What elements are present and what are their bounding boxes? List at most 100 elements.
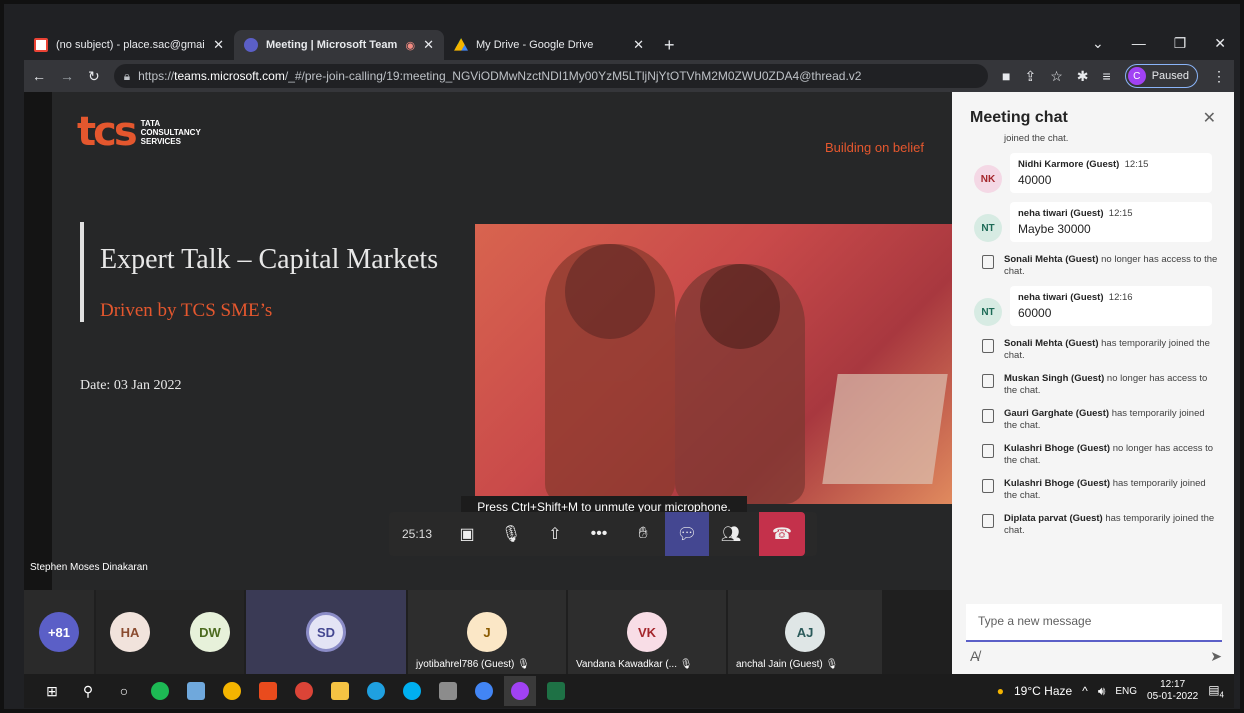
gmail-icon: [34, 38, 48, 52]
address-bar[interactable]: 🔒︎ https://teams.microsoft.com/_#/pre-jo…: [113, 64, 989, 88]
cortana-icon[interactable]: ○: [108, 676, 140, 706]
system-text: Sonali Mehta (Guest) no longer has acces…: [1004, 254, 1218, 278]
skype-icon[interactable]: [396, 676, 428, 706]
participant-tile[interactable]: AJ anchal Jain (Guest) 🎙︎: [728, 590, 882, 674]
chevron-up-icon[interactable]: ^: [1082, 684, 1088, 698]
close-icon[interactable]: ✕: [1203, 108, 1216, 128]
tab-teams[interactable]: Meeting | Microsoft Teams ◉ ✕: [234, 30, 444, 60]
chat-system-message: Kulashri Bhoge (Guest) no longer has acc…: [952, 440, 1234, 470]
participant-name-text: Vandana Kawadkar (...: [576, 659, 677, 670]
chat-message[interactable]: NK Nidhi Karmore (Guest) 12:15 40000: [952, 153, 1234, 193]
format-icon[interactable]: A̸: [970, 648, 979, 665]
tab-google-drive[interactable]: My Drive - Google Drive ✕: [444, 30, 654, 60]
tab-title: My Drive - Google Drive: [476, 39, 594, 51]
slide-date: Date: 03 Jan 2022: [80, 378, 182, 393]
chrome-profile-icon[interactable]: [288, 676, 320, 706]
profile-button[interactable]: C Paused: [1124, 64, 1198, 88]
menu-icon[interactable]: ⋮: [1212, 68, 1226, 85]
access-icon: [982, 255, 994, 269]
screen: (no subject) - place.sac@gmail.co ✕ Meet…: [0, 0, 1244, 713]
calculator-icon[interactable]: [432, 676, 464, 706]
chat-system-message: Sonali Mehta (Guest) has temporarily joi…: [952, 335, 1234, 365]
participant-tile[interactable]: J jyotibahrel786 (Guest) 🎙︎: [408, 590, 566, 674]
meeting-chat-panel: Meeting chat ✕ joined the chat. NK Nidhi …: [952, 92, 1234, 674]
share-icon[interactable]: ⇪: [1024, 68, 1036, 85]
clock[interactable]: 12:17 05-01-2022: [1147, 679, 1198, 703]
more-actions-button[interactable]: •••: [577, 512, 621, 556]
logo-word: SERVICES: [140, 136, 181, 146]
forward-icon[interactable]: →: [60, 68, 74, 84]
back-icon[interactable]: ←: [32, 68, 46, 84]
clock-date: 05-01-2022: [1147, 691, 1199, 702]
compose-box[interactable]: Type a new message: [966, 604, 1222, 642]
file-explorer-icon[interactable]: [324, 676, 356, 706]
slide-title: Expert Talk – Capital Markets: [100, 244, 439, 275]
message-text: 40000: [1018, 173, 1052, 187]
chat-message[interactable]: NT neha tiwari (Guest) 12:16 60000: [952, 286, 1234, 326]
chat-system-message: Sonali Mehta (Guest) no longer has acces…: [952, 251, 1234, 281]
chrome-profile-icon[interactable]: [468, 676, 500, 706]
windows-start-icon[interactable]: ⊞: [36, 676, 68, 706]
notifications-icon[interactable]: ▤4: [1208, 683, 1224, 699]
restore-icon[interactable]: ❐: [1174, 35, 1187, 52]
participants-button[interactable]: 👥︎: [709, 512, 753, 556]
weather-text[interactable]: 19°C Haze: [1014, 684, 1072, 698]
chat-icon: 💬︎: [676, 526, 698, 543]
share-button[interactable]: ⇧: [533, 512, 577, 556]
member-name: Kulashri Bhoge (Guest): [1004, 443, 1111, 454]
star-icon[interactable]: ☆: [1050, 68, 1063, 85]
chrome-profile-icon[interactable]: [504, 676, 536, 706]
sender-name: Nidhi Karmore (Guest): [1018, 159, 1120, 170]
window-controls: ⌄ — ❐ ✕: [1092, 26, 1234, 60]
participant-tile[interactable]: HA DW: [96, 590, 244, 674]
notes-icon[interactable]: [180, 676, 212, 706]
volume-icon[interactable]: 🔊︎: [1098, 684, 1106, 699]
access-icon: [982, 444, 994, 458]
recording-icon: ◉: [405, 39, 416, 52]
send-icon[interactable]: ➤: [1210, 648, 1222, 665]
tab-gmail[interactable]: (no subject) - place.sac@gmail.co ✕: [24, 30, 234, 60]
camera-off-button[interactable]: ▣: [445, 512, 489, 556]
more-participants-tile[interactable]: +81: [24, 590, 94, 674]
edge-icon[interactable]: [360, 676, 392, 706]
person-figure: [675, 264, 805, 504]
tab-title: (no subject) - place.sac@gmail.co: [56, 39, 205, 51]
chat-button[interactable]: 💬︎: [665, 512, 709, 556]
tagline: Building on belief: [824, 140, 924, 155]
tab-search-icon[interactable]: ⌄: [1092, 35, 1104, 52]
url-host: teams.microsoft.com: [174, 69, 285, 83]
close-icon[interactable]: ✕: [423, 37, 434, 53]
avatar: NK: [974, 165, 1002, 193]
participant-tile[interactable]: VK Vandana Kawadkar (... 🎙︎: [568, 590, 726, 674]
notification-count: 4: [1219, 690, 1224, 700]
leave-button[interactable]: ☎: [759, 512, 805, 556]
spotify-icon[interactable]: [144, 676, 176, 706]
extensions-icon[interactable]: ✱: [1077, 68, 1089, 85]
system-text: Muskan Singh (Guest) no longer has acces…: [1004, 373, 1218, 397]
browser-toolbar: ← → ↻ 🔒︎ https://teams.microsoft.com/_#/…: [24, 60, 1234, 92]
member-name: Sonali Mehta (Guest): [1004, 254, 1099, 265]
new-tab-button[interactable]: +: [654, 30, 685, 60]
mic-off-icon: 🎙︎: [500, 526, 522, 543]
close-icon[interactable]: ✕: [213, 37, 224, 53]
minimize-icon[interactable]: —: [1132, 35, 1146, 51]
message-text: Maybe 30000: [1018, 222, 1091, 236]
browser-tab-bar: (no subject) - place.sac@gmail.co ✕ Meet…: [24, 26, 1234, 60]
mic-off-icon: 🎙︎: [679, 659, 693, 670]
chat-message[interactable]: NT neha tiwari (Guest) 12:15 Maybe 30000: [952, 202, 1234, 242]
chrome-icon[interactable]: [216, 676, 248, 706]
reading-list-icon[interactable]: ≡: [1103, 68, 1111, 84]
camera-icon[interactable]: ■: [1002, 68, 1010, 84]
excel-icon[interactable]: [540, 676, 572, 706]
language-indicator[interactable]: ENG: [1115, 686, 1137, 697]
reload-icon[interactable]: ↻: [88, 68, 100, 85]
close-window-icon[interactable]: ✕: [1214, 35, 1226, 52]
office-icon[interactable]: [252, 676, 284, 706]
participant-tile-active-speaker[interactable]: SD: [246, 590, 406, 674]
mic-off-icon: 🎙︎: [517, 659, 530, 670]
raise-hand-button[interactable]: ✋︎: [621, 512, 665, 556]
mic-muted-button[interactable]: 🎙︎: [489, 512, 533, 556]
search-icon[interactable]: ⚲: [72, 676, 104, 706]
member-name: Kulashri Bhoge (Guest): [1004, 478, 1111, 489]
close-icon[interactable]: ✕: [633, 37, 644, 53]
